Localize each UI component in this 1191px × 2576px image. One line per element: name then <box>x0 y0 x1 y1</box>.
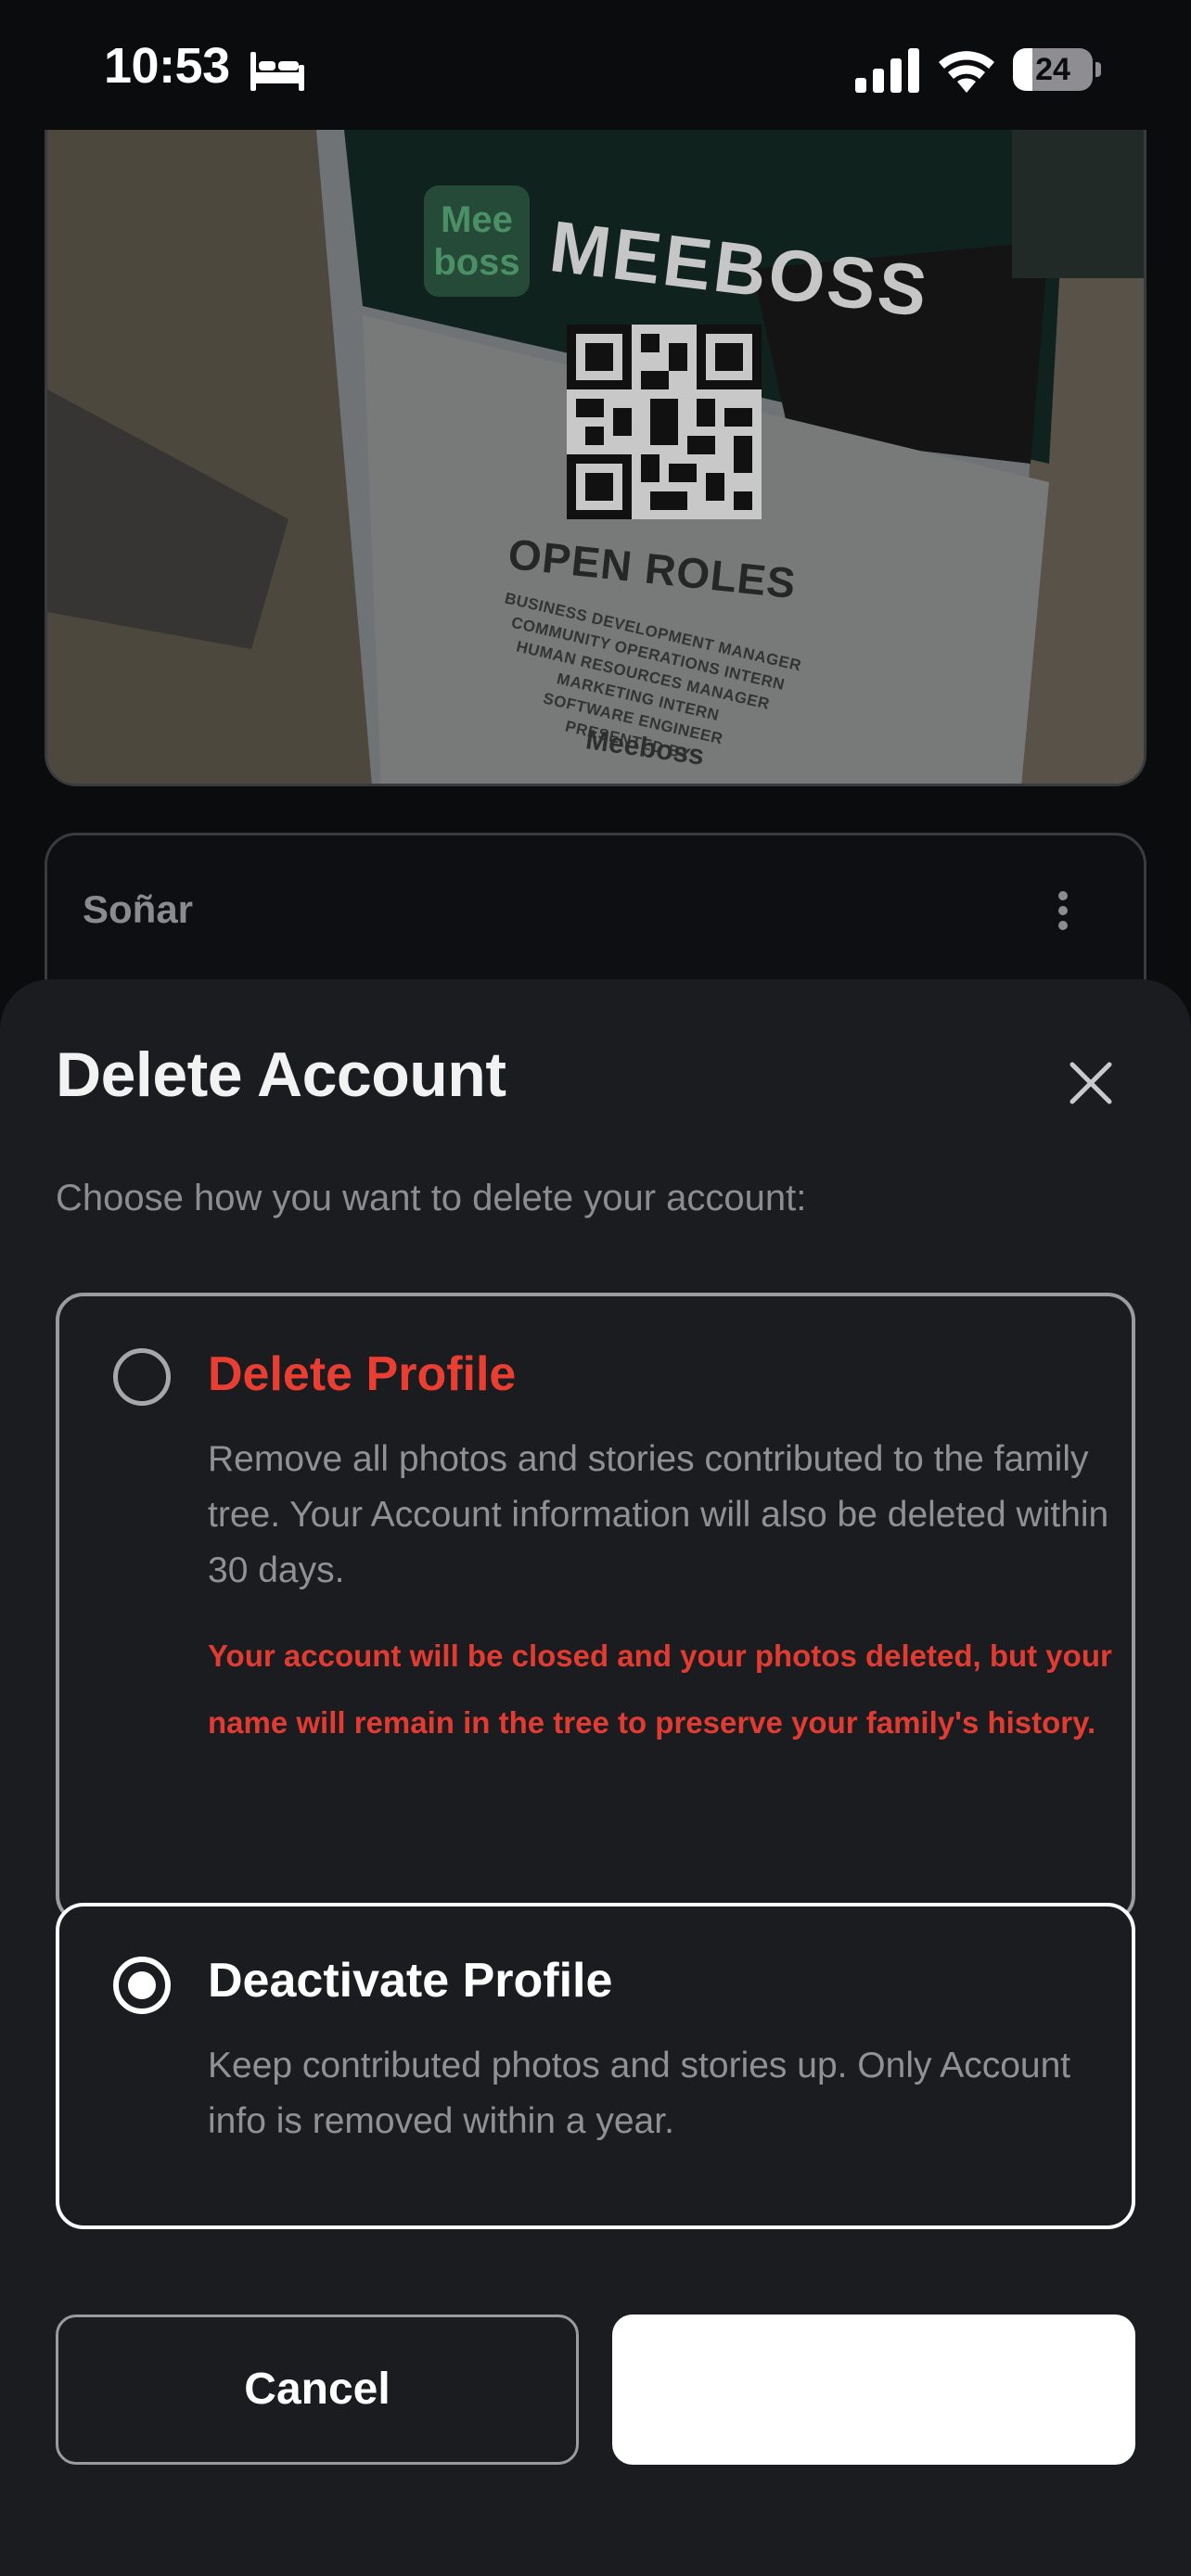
meeboss-logo: Mee boss <box>424 185 530 297</box>
battery-body: 24 <box>1013 48 1093 91</box>
sheet-subtitle: Choose how you want to delete your accou… <box>56 1178 807 1218</box>
delete-profile-title: Delete Profile <box>208 1347 517 1401</box>
post-author: Soñar <box>83 887 194 931</box>
sheet-title: Delete Account <box>56 1039 506 1110</box>
delete-profile-radio[interactable] <box>113 1348 171 1406</box>
more-vertical-icon <box>1058 891 1068 932</box>
wifi-icon <box>939 51 994 93</box>
battery-level: 24 <box>1035 52 1070 87</box>
bed-icon <box>250 52 304 91</box>
photo-card: Mee boss MEEBOSS OPEN ROLES BUSINESS DEV… <box>45 130 1146 786</box>
battery-icon: 24 <box>1013 48 1102 91</box>
deactivate-profile-radio[interactable] <box>113 1957 171 2014</box>
delete-account-sheet: Delete Account Choose how you want to de… <box>0 979 1191 2576</box>
deactivate-profile-option[interactable]: Deactivate Profile Keep contributed phot… <box>56 1903 1135 2229</box>
delete-profile-description: Remove all photos and stories contribute… <box>208 1439 1109 1590</box>
qr-code-icon <box>567 325 762 519</box>
delete-profile-warning: Your account will be closed and your pho… <box>208 1639 1112 1740</box>
close-icon[interactable] <box>1063 1055 1119 1111</box>
cellular-signal-icon <box>855 48 919 93</box>
confirm-button[interactable] <box>612 2315 1135 2465</box>
delete-profile-option[interactable]: Delete Profile Remove all photos and sto… <box>56 1293 1135 1923</box>
cancel-button[interactable]: Cancel <box>56 2315 579 2465</box>
deactivate-profile-description: Keep contributed photos and stories up. … <box>208 2046 1071 2141</box>
photo-logo-text: Mee boss <box>433 199 520 283</box>
deactivate-profile-title: Deactivate Profile <box>208 1954 613 2008</box>
screen: 10:53 24 Mee boss MEEBOSS OPEN ROLES BUS… <box>0 0 1191 2576</box>
status-bar: 10:53 24 <box>0 0 1191 130</box>
status-time: 10:53 <box>104 38 230 94</box>
battery-tip <box>1095 62 1101 77</box>
